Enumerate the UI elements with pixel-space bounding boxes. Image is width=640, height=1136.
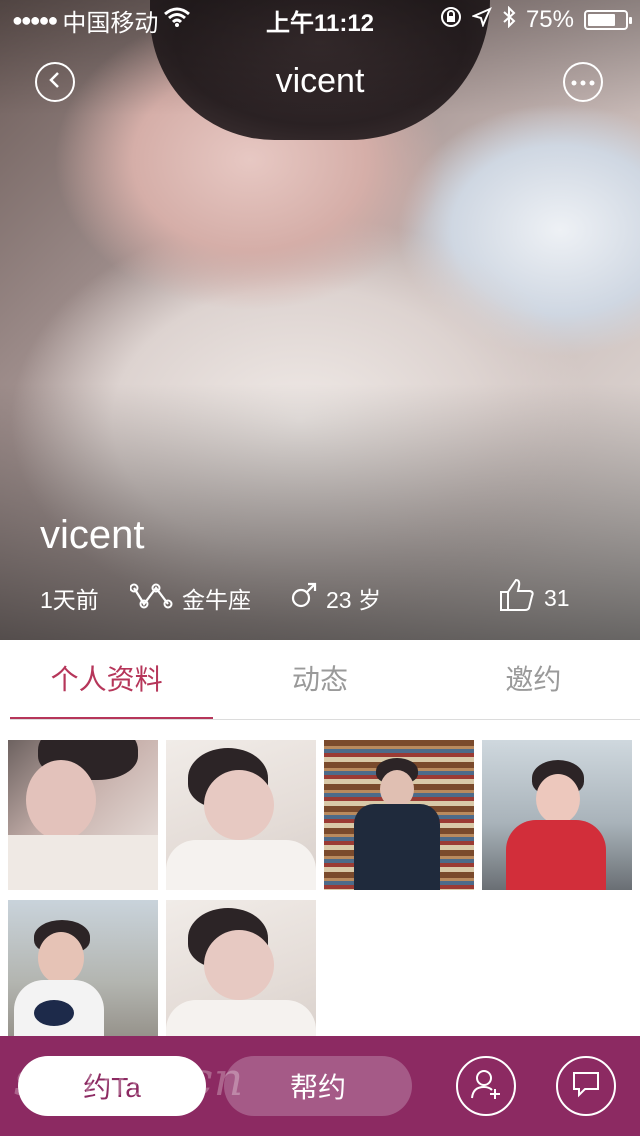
male-icon	[290, 581, 318, 615]
gallery-photo-6[interactable]	[166, 900, 316, 1050]
profile-tabs: 个人资料 动态 邀约	[0, 640, 640, 720]
gender-age-info: 23 岁	[290, 580, 381, 616]
gallery-photo-2[interactable]	[166, 740, 316, 890]
add-user-icon	[469, 1067, 503, 1106]
chat-button[interactable]	[556, 1056, 616, 1116]
gallery-photo-5[interactable]	[8, 900, 158, 1050]
profile-name: vicent	[40, 513, 145, 557]
tab-moments[interactable]: 动态	[213, 640, 426, 720]
tabs-divider	[10, 719, 640, 720]
ellipsis-icon	[571, 73, 595, 91]
age-text: 23 岁	[326, 587, 381, 613]
zodiac-text: 金牛座	[182, 587, 251, 613]
like-button[interactable]: 31	[498, 577, 570, 619]
likes-count: 31	[544, 584, 570, 611]
gallery-photo-3[interactable]	[324, 740, 474, 890]
chat-bubble-icon	[571, 1070, 601, 1103]
battery-level	[588, 14, 615, 26]
tab-profile[interactable]: 个人资料	[0, 640, 214, 720]
zodiac-info: 金牛座	[129, 580, 251, 616]
profile-meta: 1天前 金牛座 23 岁 31	[40, 577, 600, 619]
status-time: 上午11:12	[265, 9, 375, 37]
bottom-action-bar: 约Ta 帮约	[0, 1036, 640, 1136]
zodiac-icon	[129, 580, 174, 616]
tab-invitations[interactable]: 邀约	[427, 640, 640, 720]
more-options-button[interactable]	[563, 62, 603, 102]
status-bar: ●●●●● 中国移动 上午11:12 75%	[0, 0, 640, 40]
gallery-photo-1[interactable]	[8, 740, 158, 890]
help-date-button[interactable]: 帮约	[224, 1056, 412, 1116]
last-seen-text: 1天前	[40, 587, 99, 613]
page-title: vicent	[275, 62, 365, 100]
follow-button[interactable]	[456, 1056, 516, 1116]
battery-icon	[584, 10, 632, 30]
date-button[interactable]: 约Ta	[18, 1056, 206, 1116]
gallery-photo-4[interactable]	[482, 740, 632, 890]
thumbs-up-icon	[498, 577, 536, 619]
